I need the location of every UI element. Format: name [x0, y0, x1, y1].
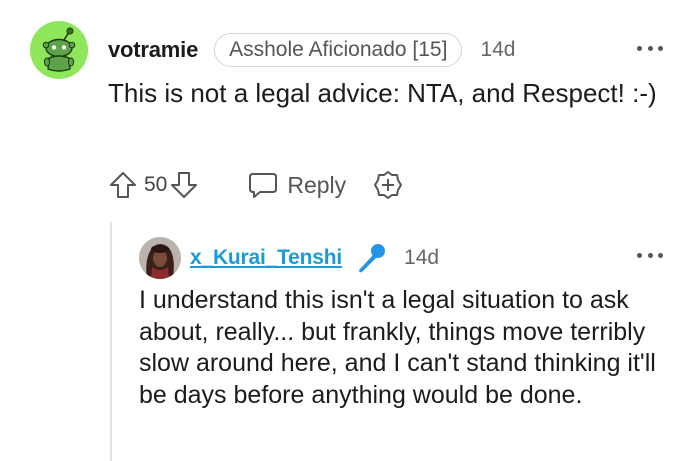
vote-count: 50 [144, 173, 168, 196]
microphone-icon [354, 241, 388, 275]
comment-actions: 50 Reply [108, 166, 404, 204]
reddit-snoo-avatar-icon [42, 27, 76, 72]
more-icon-dot [637, 252, 642, 258]
comment-header: votramie Asshole Aficionado [15] 14d [108, 32, 515, 68]
avatar[interactable] [139, 237, 181, 279]
award-button[interactable] [372, 169, 404, 201]
downvote-button[interactable] [169, 170, 199, 200]
comment-thread: votramie Asshole Aficionado [15] 14d Thi… [0, 0, 700, 461]
thread-line[interactable] [110, 222, 112, 461]
comment-body: This is not a legal advice: NTA, and Res… [108, 78, 657, 108]
comment-icon [249, 173, 278, 198]
more-icon-dot [647, 45, 653, 51]
reply-header: x_Kurai_Tenshi 14d [190, 240, 439, 276]
more-icon-dot [647, 252, 653, 258]
award-icon [374, 171, 403, 199]
more-icon-dot [658, 252, 663, 258]
more-options-button[interactable] [637, 43, 663, 53]
reply-label: Reply [287, 171, 347, 198]
avatar[interactable] [30, 21, 88, 79]
username[interactable]: votramie [108, 37, 198, 63]
timestamp: 14d [480, 38, 516, 61]
user-avatar-icon [139, 237, 181, 279]
username[interactable]: x_Kurai_Tenshi [190, 246, 342, 270]
more-icon-dot [658, 45, 663, 51]
upvote-icon [110, 172, 136, 198]
timestamp: 14d [404, 246, 440, 269]
reply-button[interactable]: Reply [247, 170, 346, 200]
user-flair: Asshole Aficionado [15] [214, 33, 463, 67]
more-options-button[interactable] [637, 250, 663, 260]
downvote-icon [171, 172, 198, 198]
reply-body: I understand this isn't a legal situatio… [139, 286, 656, 409]
more-icon-dot [637, 45, 642, 51]
upvote-button[interactable] [108, 170, 138, 200]
